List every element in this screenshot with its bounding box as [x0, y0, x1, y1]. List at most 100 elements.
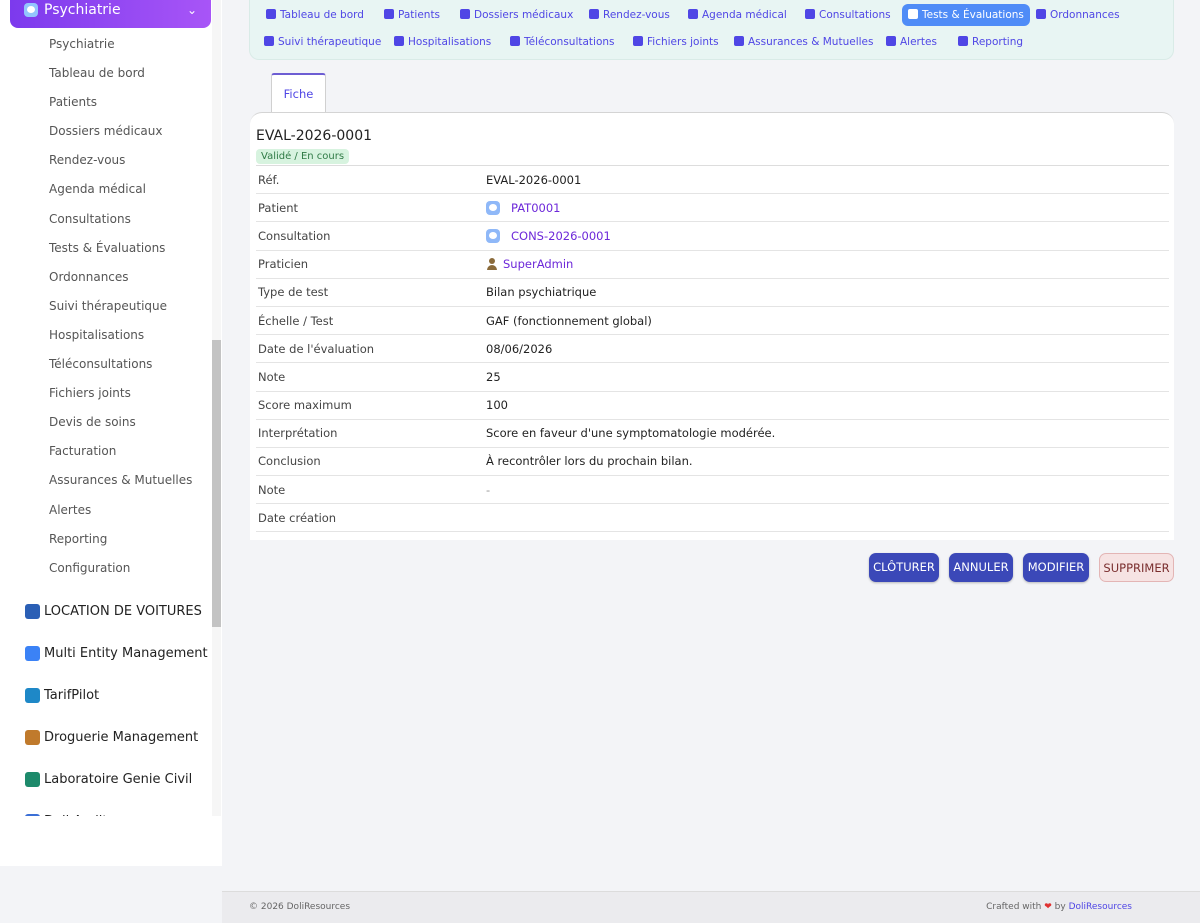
sidebar-item[interactable]: Devis de soins — [0, 408, 212, 437]
nav-item[interactable]: Fichiers joints — [627, 31, 725, 53]
field-value-text: Bilan psychiatrique — [486, 285, 597, 300]
prescription-icon — [1036, 9, 1046, 19]
sidebar-item[interactable]: Assurances & Mutuelles — [0, 466, 212, 495]
sidebar-item[interactable]: Suivi thérapeutique — [0, 292, 212, 321]
sidebar-item[interactable]: Consultations — [0, 205, 212, 234]
folder-icon — [460, 9, 470, 19]
nav-item[interactable]: Reporting — [952, 31, 1029, 53]
dashboard-icon — [266, 9, 276, 19]
sidebar-item[interactable]: Configuration — [0, 554, 212, 583]
sidebar-item[interactable]: Reporting — [0, 525, 212, 554]
calendar-check-icon — [589, 9, 599, 19]
nav-item-label: Rendez-vous — [603, 9, 670, 21]
field-row: Conclusion À recontrôler lors du prochain… — [256, 448, 1169, 477]
module-label: LOCATION DE VOITURES — [44, 603, 202, 619]
sidebar-scrollbar-thumb[interactable] — [212, 340, 221, 627]
notes-icon — [264, 36, 274, 46]
clipboard-icon — [908, 9, 918, 19]
user-icon — [384, 9, 394, 19]
nav-item-label: Tests & Évaluations — [922, 9, 1024, 21]
delete-button[interactable]: SUPPRIMER — [1099, 553, 1174, 582]
footer-crafted-by: by — [1054, 902, 1066, 912]
sidebar-item[interactable]: Dossiers médicaux — [0, 117, 212, 146]
user-icon — [486, 258, 498, 271]
module-item[interactable]: Doli Audit — [0, 800, 212, 816]
field-value-text: 100 — [486, 398, 508, 413]
nav-item[interactable]: Agenda médical — [682, 4, 793, 26]
cancel-button[interactable]: ANNULER — [949, 553, 1013, 582]
sidebar-item[interactable]: Agenda médical — [0, 175, 212, 204]
nav-item[interactable]: Hospitalisations — [388, 31, 497, 53]
close-button[interactable]: CLÔTURER — [869, 553, 939, 582]
module-item[interactable]: TarifPilot — [0, 674, 212, 716]
field-value: 08/06/2026 — [486, 342, 552, 356]
field-row: Note 25 — [256, 363, 1169, 392]
nav-item[interactable]: Consultations — [799, 4, 897, 26]
field-label: Patient — [258, 200, 299, 215]
nav-item[interactable]: Suivi thérapeutique — [258, 31, 387, 53]
module-item[interactable]: Multi Entity Management — [0, 632, 212, 674]
field-label: Score maximum — [258, 398, 352, 413]
tab-fiche[interactable]: Fiche — [271, 73, 326, 113]
field-value: EVAL-2026-0001 — [486, 173, 581, 187]
field-row: Patient PAT0001 — [256, 194, 1169, 223]
field-row: Interprétation Score en faveur d'une symp… — [256, 420, 1169, 448]
module-header-psychiatrie[interactable]: Psychiatrie ⌄ — [10, 0, 211, 28]
module-icon — [25, 687, 40, 703]
sidebar-menu: Psychiatrie Tableau de bord Patients Dossie… — [0, 30, 212, 583]
field-row: Consultation CONS-2026-0001 — [256, 222, 1169, 251]
sidebar-item[interactable]: Patients — [0, 88, 212, 117]
nav-item[interactable]: Tests & Évaluations — [902, 4, 1030, 26]
module-item[interactable]: Laboratoire Genie Civil — [0, 758, 212, 800]
nav-item[interactable]: Patients — [378, 4, 446, 26]
module-label: TarifPilot — [44, 687, 100, 703]
nav-item[interactable]: Rendez-vous — [583, 4, 676, 26]
nav-item[interactable]: Assurances & Mutuelles — [728, 31, 879, 53]
sidebar-item[interactable]: Fichiers joints — [0, 379, 212, 408]
field-value-text: GAF (fonctionnement global) — [486, 313, 652, 328]
sidebar-item[interactable]: Ordonnances — [0, 263, 212, 292]
nav-item-label: Téléconsultations — [524, 36, 615, 48]
sidebar-item[interactable]: Rendez-vous — [0, 146, 212, 175]
sidebar: Psychiatrie ⌄ Psychiatrie Tableau de bord… — [0, 0, 222, 866]
shield-icon — [734, 36, 744, 46]
sidebar-item[interactable]: Tableau de bord — [0, 59, 212, 88]
field-value: 100 — [486, 398, 508, 412]
field-row: Échelle / Test GAF (fonctionnement global… — [256, 307, 1169, 336]
field-label: Réf. — [258, 172, 280, 187]
sidebar-item[interactable]: Facturation — [0, 437, 212, 466]
sidebar-item[interactable]: Alertes — [0, 496, 212, 525]
module-item[interactable]: Droguerie Management — [0, 716, 212, 758]
heart-icon: ❤ — [1044, 902, 1052, 912]
record-title: EVAL-2026-0001 — [256, 128, 373, 144]
field-value-link[interactable]: CONS-2026-0001 — [486, 228, 611, 243]
edit-button[interactable]: MODIFIER — [1023, 553, 1089, 582]
nav-item[interactable]: Tableau de bord — [260, 4, 370, 26]
field-value-link[interactable]: SuperAdmin — [486, 257, 573, 271]
field-value-link[interactable]: PAT0001 — [486, 200, 560, 215]
module-item[interactable]: LOCATION DE VOITURES — [0, 590, 212, 632]
field-label: Date de l'évaluation — [258, 341, 375, 356]
field-value: 25 — [486, 370, 501, 384]
sidebar-item[interactable]: Psychiatrie — [0, 30, 212, 59]
calendar-icon — [688, 9, 698, 19]
field-label: Praticien — [258, 257, 309, 272]
nav-item-label: Assurances & Mutuelles — [748, 36, 874, 48]
nav-item[interactable]: Téléconsultations — [504, 31, 621, 53]
sidebar-item[interactable]: Tests & Évaluations — [0, 234, 212, 263]
nav-item[interactable]: Ordonnances — [1030, 4, 1126, 26]
chevron-down-icon[interactable]: ⌄ — [187, 3, 197, 17]
sidebar-item[interactable]: Hospitalisations — [0, 321, 212, 350]
field-value: À recontrôler lors du prochain bilan. — [486, 454, 693, 468]
field-label: Note — [258, 369, 286, 384]
nav-item[interactable]: Dossiers médicaux — [454, 4, 579, 26]
field-row: Date de l'évaluation 08/06/2026 — [256, 335, 1169, 364]
module-label: Doli Audit — [44, 814, 107, 817]
field-value: Score en faveur d'une symptomatologie mo… — [486, 426, 775, 440]
footer-credit: Crafted with ❤ by DoliResources — [986, 902, 1132, 912]
sidebar-item[interactable]: Téléconsultations — [0, 350, 212, 379]
module-icon — [25, 771, 40, 787]
field-value: GAF (fonctionnement global) — [486, 314, 652, 328]
footer-brand-link[interactable]: DoliResources — [1069, 902, 1132, 912]
nav-item[interactable]: Alertes — [880, 31, 943, 53]
